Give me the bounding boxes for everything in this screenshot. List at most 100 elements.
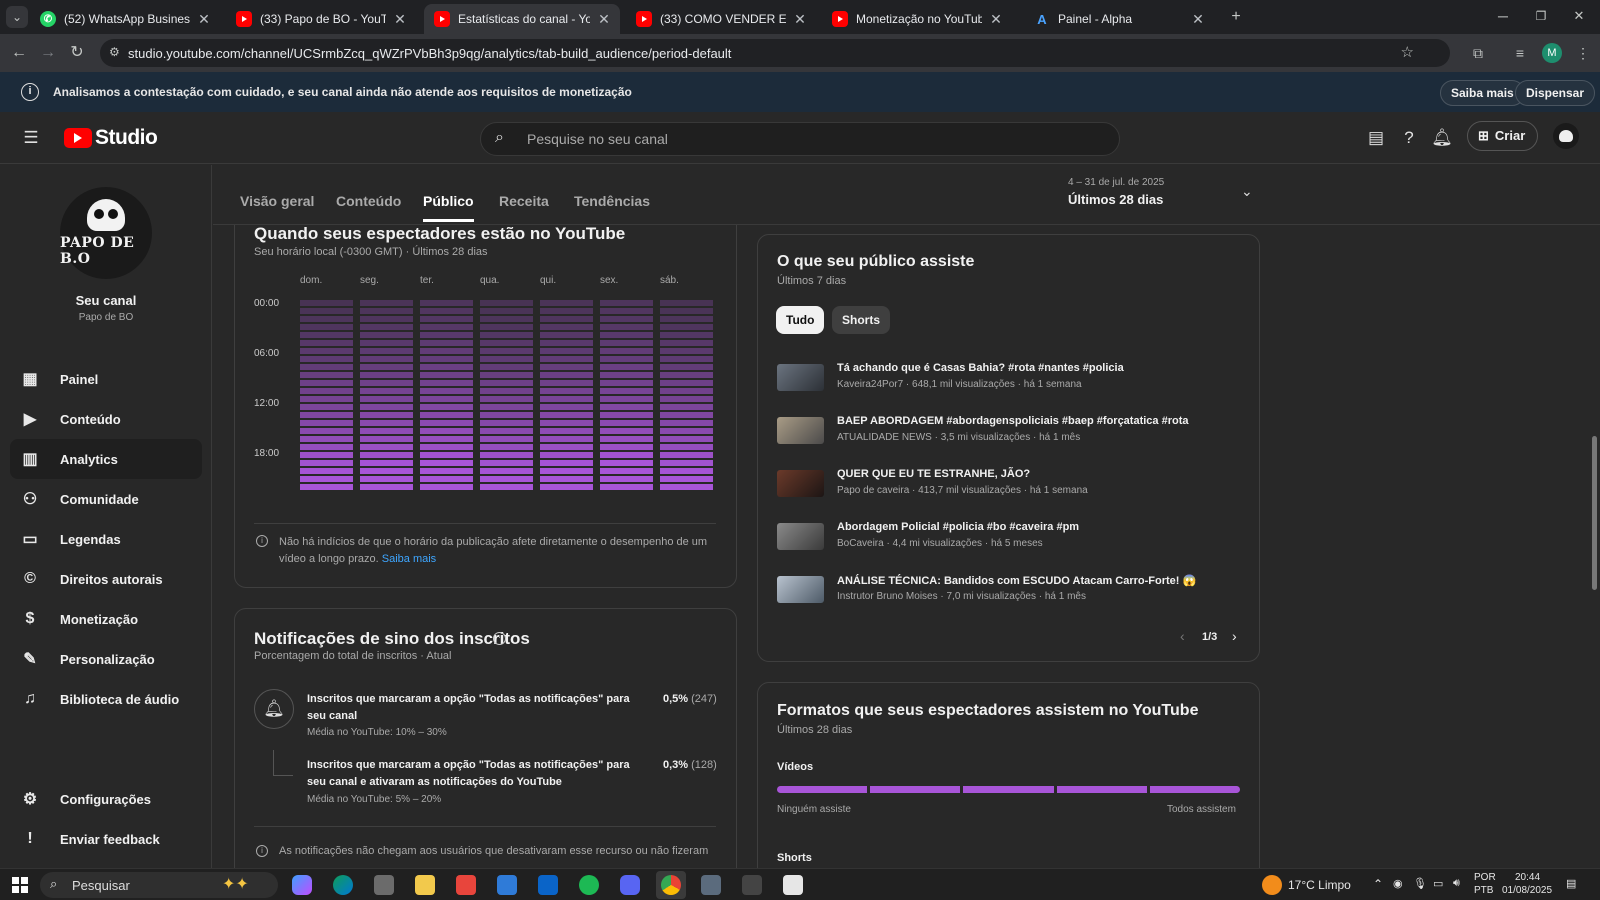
heatmap-cell[interactable] (600, 476, 653, 482)
heatmap-cell[interactable] (360, 452, 413, 458)
heatmap-cell[interactable] (600, 468, 653, 474)
heatmap-cell[interactable] (360, 388, 413, 394)
heatmap-cell[interactable] (360, 420, 413, 426)
heatmap-cell[interactable] (300, 444, 353, 450)
heatmap-cell[interactable] (600, 420, 653, 426)
page-scrollbar[interactable] (1592, 436, 1597, 590)
heatmap-cell[interactable] (600, 388, 653, 394)
heatmap-cell[interactable] (420, 308, 473, 314)
sidebar-item-conteudo[interactable]: ▶ Conteúdo (10, 399, 202, 439)
heatmap-cell[interactable] (540, 348, 593, 354)
close-tab-icon[interactable]: ✕ (392, 11, 408, 28)
heatmap-cell[interactable] (660, 404, 713, 410)
close-tab-icon[interactable]: ✕ (196, 11, 212, 28)
heatmap-cell[interactable] (420, 332, 473, 338)
chevron-left-icon[interactable]: ‹ (1180, 628, 1185, 644)
heatmap-cell[interactable] (540, 428, 593, 434)
taskbar-search[interactable]: ⌕ Pesquisar ✦✦ (40, 872, 278, 898)
heatmap-cell[interactable] (660, 412, 713, 418)
notifications-bell-icon[interactable]: 🔔︎ (1430, 126, 1454, 150)
heatmap-cell[interactable] (600, 324, 653, 330)
heatmap-cell[interactable] (300, 412, 353, 418)
heatmap-cell[interactable] (480, 452, 533, 458)
edge-icon[interactable] (333, 875, 353, 895)
sidebar-item-painel[interactable]: ▦ Painel (10, 359, 202, 399)
heatmap-cell[interactable] (480, 372, 533, 378)
app-icon[interactable] (742, 875, 762, 895)
heatmap-cell[interactable] (360, 316, 413, 322)
sidebar-item-direitos-autorais[interactable]: © Direitos autorais (10, 559, 202, 599)
heatmap-cell[interactable] (540, 420, 593, 426)
heatmap-cell[interactable] (300, 340, 353, 346)
heatmap-cell[interactable] (480, 308, 533, 314)
heatmap-cell[interactable] (360, 308, 413, 314)
heatmap-cell[interactable] (540, 308, 593, 314)
chevron-right-icon[interactable]: › (1232, 628, 1237, 644)
tab-conteudo[interactable]: Conteúdo (336, 193, 401, 209)
heatmap-cell[interactable] (300, 452, 353, 458)
heatmap-cell[interactable] (600, 444, 653, 450)
heatmap-cell[interactable] (480, 380, 533, 386)
list-item[interactable]: ANÁLISE TÉCNICA: Bandidos com ESCUDO Ata… (777, 574, 1247, 614)
reload-icon[interactable]: ↻ (66, 42, 88, 64)
close-tab-icon[interactable]: ✕ (792, 11, 808, 28)
heatmap-cell[interactable] (420, 404, 473, 410)
heatmap-cell[interactable] (540, 340, 593, 346)
heatmap-cell[interactable] (540, 364, 593, 370)
heatmap-cell[interactable] (660, 356, 713, 362)
heatmap-cell[interactable] (420, 396, 473, 402)
sidebar-item-biblioteca-de-audio[interactable]: ♫ Biblioteca de áudio (10, 679, 202, 719)
heatmap-cell[interactable] (660, 348, 713, 354)
heatmap-cell[interactable] (360, 324, 413, 330)
heatmap-cell[interactable] (660, 444, 713, 450)
sidebar-item-configuracoes[interactable]: ⚙ Configurações (10, 779, 202, 819)
heatmap-cell[interactable] (600, 412, 653, 418)
heatmap-cell[interactable] (540, 396, 593, 402)
heatmap-cell[interactable] (660, 364, 713, 370)
heatmap-cell[interactable] (540, 436, 593, 442)
restore-icon[interactable]: ❐ (1530, 5, 1552, 27)
heatmap-cell[interactable] (480, 388, 533, 394)
list-item[interactable]: BAEP ABORDAGEM #abordagenspoliciais #bae… (777, 415, 1247, 455)
heatmap-cell[interactable] (600, 484, 653, 490)
heatmap-cell[interactable] (360, 396, 413, 402)
heatmap-cell[interactable] (600, 404, 653, 410)
heatmap-cell[interactable] (660, 332, 713, 338)
heatmap-cell[interactable] (420, 372, 473, 378)
app-icon[interactable] (783, 875, 803, 895)
heatmap-cell[interactable] (360, 476, 413, 482)
heatmap-cell[interactable] (600, 436, 653, 442)
heatmap-cell[interactable] (480, 324, 533, 330)
heatmap-cell[interactable] (660, 300, 713, 306)
heatmap-cell[interactable] (360, 436, 413, 442)
forward-icon[interactable]: → (37, 42, 59, 64)
address-bar[interactable]: ⚙ studio.youtube.com/channel/UCSrmbZcq_q… (100, 39, 1450, 67)
heatmap-cell[interactable] (540, 372, 593, 378)
heatmap-cell[interactable] (540, 484, 593, 490)
period-selector[interactable]: 4 – 31 de jul. de 2025 Últimos 28 dias (1068, 177, 1268, 219)
studio-logo[interactable]: Studio (64, 126, 158, 150)
heatmap-cell[interactable] (300, 348, 353, 354)
heatmap-cell[interactable] (300, 484, 353, 490)
heatmap-cell[interactable] (300, 420, 353, 426)
heatmap-cell[interactable] (480, 396, 533, 402)
heatmap-cell[interactable] (660, 436, 713, 442)
heatmap-cell[interactable] (540, 324, 593, 330)
chip-tudo[interactable]: Tudo (776, 306, 825, 334)
heatmap-cell[interactable] (420, 316, 473, 322)
close-tab-icon[interactable]: ✕ (1190, 11, 1206, 28)
heatmap-cell[interactable] (540, 380, 593, 386)
heatmap-cell[interactable] (600, 332, 653, 338)
heatmap-cell[interactable] (660, 340, 713, 346)
heatmap-cell[interactable] (360, 380, 413, 386)
heatmap-cell[interactable] (480, 420, 533, 426)
heatmap-cell[interactable] (540, 468, 593, 474)
clock-time[interactable]: 20:44 (1515, 872, 1540, 883)
new-tab-icon[interactable]: + (1225, 6, 1247, 28)
heatmap-cell[interactable] (480, 332, 533, 338)
heatmap-cell[interactable] (300, 308, 353, 314)
heatmap-cell[interactable] (360, 300, 413, 306)
heatmap-cell[interactable] (600, 308, 653, 314)
heatmap-cell[interactable] (600, 372, 653, 378)
heatmap-cell[interactable] (480, 412, 533, 418)
